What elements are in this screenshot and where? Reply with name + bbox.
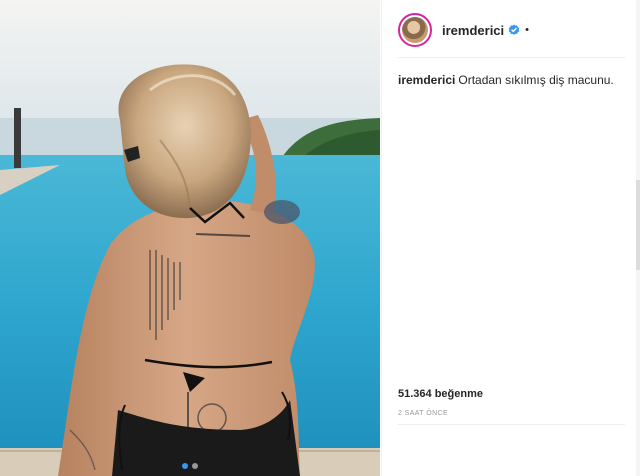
comment-divider bbox=[398, 424, 625, 425]
post-photo[interactable] bbox=[0, 0, 380, 476]
likes-count[interactable]: 51.364 beğenme bbox=[398, 388, 483, 400]
carousel-dot-1[interactable] bbox=[182, 463, 188, 469]
avatar[interactable] bbox=[398, 13, 432, 47]
caption-username[interactable]: iremderici bbox=[398, 73, 455, 87]
post-caption: iremderici Ortadan sıkılmış diş macunu. bbox=[398, 72, 623, 88]
instagram-post: iremderici • iremderici Ortadan sıkılmış … bbox=[0, 0, 640, 476]
caption-text: Ortadan sıkılmış diş macunu. bbox=[458, 73, 614, 87]
page-scrollbar[interactable] bbox=[636, 0, 640, 476]
header-divider bbox=[398, 57, 625, 58]
verified-icon bbox=[508, 24, 520, 35]
scrollbar-thumb[interactable] bbox=[636, 180, 640, 270]
post-sidebar: iremderici • iremderici Ortadan sıkılmış … bbox=[381, 0, 640, 476]
more-options-icon[interactable]: • bbox=[525, 24, 529, 36]
post-header: iremderici • bbox=[398, 12, 529, 48]
carousel-dot-2[interactable] bbox=[192, 463, 198, 469]
avatar-image bbox=[402, 17, 428, 43]
username-link[interactable]: iremderici bbox=[442, 23, 504, 38]
post-timestamp[interactable]: 2 SAAT ÖNCE bbox=[398, 410, 448, 417]
pool-back-photo bbox=[0, 0, 380, 476]
carousel-indicator[interactable] bbox=[0, 463, 380, 469]
